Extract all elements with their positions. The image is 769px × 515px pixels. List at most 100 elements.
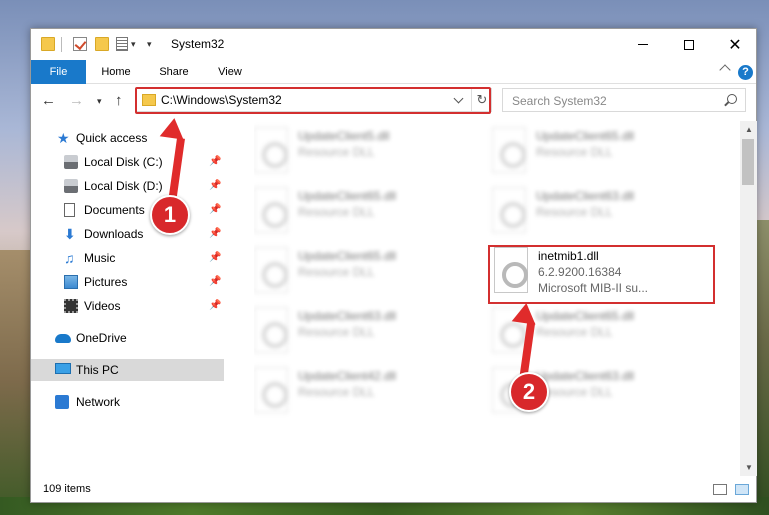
sidebar-item-label: Pictures — [84, 275, 128, 289]
minimize-button[interactable] — [620, 29, 666, 60]
file-tile[interactable]: UpdateClient63.dll Resource DLL — [492, 187, 722, 247]
sidebar-item-music[interactable]: ♫ Music 📌 — [31, 247, 224, 269]
file-type: Resource DLL — [298, 385, 375, 399]
status-bar: 109 items — [31, 477, 756, 503]
file-name: UpdateClient65.dll — [536, 309, 635, 323]
pin-icon[interactable]: 📌 — [209, 156, 221, 167]
background-landscape-left — [0, 250, 34, 515]
pin-icon[interactable]: 📌 — [209, 204, 221, 215]
file-tile[interactable]: UpdateClient5.dll Resource DLL — [254, 127, 484, 187]
network-icon — [55, 395, 69, 409]
dll-file-icon — [254, 187, 288, 233]
tab-file[interactable]: File — [31, 60, 86, 84]
sidebar-item-label: Quick access — [76, 131, 148, 145]
sidebar-item-documents[interactable]: Documents 📌 — [31, 199, 224, 221]
toolbar-separator — [61, 37, 62, 52]
help-icon[interactable]: ? — [738, 65, 753, 80]
sidebar-item-this-pc[interactable]: This PC — [31, 359, 224, 381]
pin-icon[interactable]: 📌 — [209, 252, 221, 263]
disk-icon — [64, 179, 78, 193]
file-type: Resource DLL — [298, 205, 375, 219]
close-icon: ✕ — [728, 36, 742, 54]
scrollbar-thumb[interactable] — [742, 139, 754, 185]
disk-icon — [64, 155, 78, 169]
sidebar-item-downloads[interactable]: ⬇ Downloads 📌 — [31, 223, 224, 245]
star-icon: ★ — [57, 130, 70, 146]
file-type: Resource DLL — [536, 145, 613, 159]
sidebar-item-network[interactable]: Network — [31, 391, 224, 413]
file-explorer-window: ▾ ▾ System32 ✕ File Home Share View ? ← … — [30, 28, 757, 503]
up-arrow-icon[interactable]: ↑ — [115, 92, 123, 109]
documents-icon — [64, 203, 75, 217]
sidebar-item-label: Network — [76, 395, 121, 409]
pin-icon[interactable]: 📌 — [209, 276, 221, 287]
annotation-badge-1: 1 — [150, 195, 190, 235]
file-type: Resource DLL — [298, 145, 375, 159]
sidebar-item-label: Local Disk (D:) — [84, 179, 163, 193]
large-icons-view-icon[interactable] — [735, 484, 749, 495]
search-input[interactable]: Search System32 — [502, 88, 746, 112]
annotation-badge-2: 2 — [509, 372, 549, 412]
scroll-up-icon[interactable]: ▲ — [745, 125, 753, 134]
tab-view[interactable]: View — [207, 60, 253, 84]
file-name: UpdateClient5.dll — [298, 129, 390, 143]
dll-file-icon — [254, 307, 288, 353]
folder-icon — [41, 37, 55, 51]
sidebar-item-pictures[interactable]: Pictures 📌 — [31, 271, 224, 293]
pin-icon[interactable]: 📌 — [209, 300, 221, 311]
quick-access-dropdown-icon[interactable]: ▾ — [147, 39, 152, 50]
videos-icon — [64, 299, 78, 313]
file-tile[interactable]: UpdateClient63.dll Resource DLL — [254, 307, 484, 367]
recent-locations-chevron-icon[interactable]: ▾ — [97, 96, 102, 107]
chevron-down-icon[interactable]: ▾ — [131, 39, 136, 50]
properties-check-icon[interactable] — [73, 37, 87, 51]
annotation-arrow-1-head — [159, 116, 187, 140]
pin-icon[interactable]: 📌 — [209, 180, 221, 191]
dll-file-icon — [254, 247, 288, 293]
tab-home[interactable]: Home — [93, 60, 139, 84]
file-name: UpdateClient65.dll — [298, 249, 397, 263]
sidebar-item-label: Local Disk (C:) — [84, 155, 163, 169]
onedrive-icon — [55, 334, 71, 343]
vertical-scrollbar[interactable]: ▲ ▼ — [740, 121, 757, 476]
ribbon-tabs: File Home Share View ? — [31, 60, 756, 84]
sidebar-item-local-disk-c[interactable]: Local Disk (C:) 📌 — [31, 151, 224, 173]
file-tile[interactable]: UpdateClient65.dll Resource DLL — [492, 127, 722, 187]
sidebar-item-videos[interactable]: Videos 📌 — [31, 295, 224, 317]
pin-icon[interactable]: 📌 — [209, 228, 221, 239]
search-placeholder: Search System32 — [512, 94, 607, 108]
tab-share[interactable]: Share — [151, 60, 197, 84]
close-button[interactable]: ✕ — [712, 29, 758, 60]
file-tile[interactable]: UpdateClient42.dll Resource DLL — [254, 367, 484, 427]
file-tile[interactable]: UpdateClient65.dll Resource DLL — [254, 187, 484, 247]
annotation-arrow-2-head — [511, 301, 539, 325]
expand-ribbon-chevron-icon[interactable] — [719, 64, 731, 76]
details-view-icon[interactable] — [713, 484, 727, 495]
file-name: UpdateClient65.dll — [298, 189, 397, 203]
dll-file-icon — [492, 127, 526, 173]
minimize-icon — [638, 44, 648, 45]
file-tile[interactable]: UpdateClient65.dll Resource DLL — [254, 247, 484, 307]
scroll-down-icon[interactable]: ▼ — [745, 463, 753, 472]
sidebar-item-label: Videos — [84, 299, 121, 313]
sidebar-item-local-disk-d[interactable]: Local Disk (D:) 📌 — [31, 175, 224, 197]
sidebar-item-quick-access[interactable]: ★ Quick access — [31, 127, 224, 149]
customize-icon[interactable] — [116, 37, 128, 51]
dll-file-icon — [254, 367, 288, 413]
maximize-button[interactable] — [666, 29, 712, 60]
item-count: 109 items — [43, 483, 91, 495]
search-icon[interactable] — [727, 94, 737, 104]
music-icon: ♫ — [64, 250, 75, 266]
file-highlight-box — [488, 245, 715, 304]
forward-arrow-icon[interactable]: → — [69, 92, 84, 109]
back-arrow-icon[interactable]: ← — [41, 92, 56, 109]
address-highlight-box — [135, 87, 491, 114]
navigation-pane: ★ Quick access Local Disk (C:) 📌 Local D… — [31, 121, 224, 476]
new-folder-icon[interactable] — [95, 37, 109, 51]
file-name: UpdateClient63.dll — [298, 309, 397, 323]
file-type: Resource DLL — [298, 265, 375, 279]
sidebar-item-onedrive[interactable]: OneDrive — [31, 327, 224, 349]
pictures-icon — [64, 275, 78, 289]
title-bar: ▾ ▾ System32 ✕ — [31, 29, 756, 60]
window-title: System32 — [171, 37, 225, 51]
